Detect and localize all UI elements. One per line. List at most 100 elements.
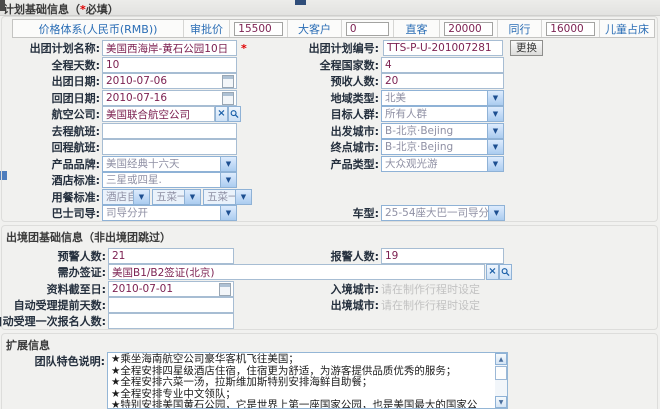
outbound-flight-input[interactable] — [102, 123, 237, 139]
airline-input[interactable] — [102, 106, 215, 122]
region-type-select-value: 北美 — [382, 91, 487, 105]
total-countries-label: 全程国家数: — [320, 58, 379, 73]
hotel-standard-label: 酒店标准: — [52, 173, 100, 188]
return-date-input[interactable] — [102, 90, 237, 106]
alarm-people-input[interactable] — [381, 248, 504, 264]
return-date-calendar-icon[interactable] — [222, 92, 234, 105]
dropdown-arrow-icon: ▼ — [184, 190, 200, 204]
target-group-select[interactable]: 所有人群▼ — [381, 106, 504, 122]
airline-clear-icon[interactable]: × — [215, 106, 228, 122]
price-direct-cell — [439, 20, 497, 37]
meal-standard-label: 用餐标准: — [52, 190, 100, 205]
price-peer-cell — [541, 20, 599, 37]
price-table: 价格体系(人民币(RMB)) 审批价 大客户 直客 同行 儿童占床 — [12, 19, 655, 38]
exit-city-label: 出境城市: — [331, 298, 379, 313]
dropdown-arrow-icon: ▼ — [220, 173, 236, 187]
depart-date-input[interactable] — [102, 73, 237, 89]
end-city-select-value: B-北京·Bejing — [382, 140, 487, 154]
direct-price-input[interactable] — [444, 22, 492, 36]
visa-search-icon[interactable] — [499, 264, 512, 280]
plan-name-label: 出团计划名称: — [30, 41, 100, 56]
brand-select-value: 美国经典十六天 — [103, 157, 220, 171]
meal-standard-1-value: 酒店自助 — [103, 190, 133, 204]
total-countries-input[interactable] — [381, 57, 504, 73]
meal-standard-select-1[interactable]: 酒店自助▼ — [102, 189, 150, 205]
exit-city-hint: 请在制作行程时设定 — [381, 298, 480, 313]
product-type-select[interactable]: 大众观光游▼ — [381, 156, 504, 172]
brand-label: 产品品牌: — [52, 157, 100, 172]
end-city-select[interactable]: B-北京·Bejing▼ — [381, 139, 504, 155]
depart-date-calendar-icon[interactable] — [222, 75, 234, 88]
entry-city-hint: 请在制作行程时设定 — [381, 282, 480, 297]
change-code-button[interactable]: 更换 — [510, 40, 543, 56]
warn-people-label: 预警人数: — [58, 249, 106, 264]
target-group-label: 目标人群: — [331, 107, 379, 122]
visa-label: 需办签证: — [58, 265, 106, 280]
bus-guide-select[interactable]: 司导分开▼ — [102, 205, 237, 221]
total-days-input[interactable] — [102, 57, 237, 73]
airline-search-icon[interactable] — [228, 106, 241, 122]
outbound-flight-label: 去程航班: — [52, 124, 100, 139]
airline-label: 航空公司: — [52, 107, 100, 122]
entry-city-label: 入境城市: — [331, 282, 379, 297]
target-group-select-value: 所有人群 — [382, 107, 487, 121]
dropdown-arrow-icon: ▼ — [133, 190, 149, 204]
tour-plan-form: 计划基础信息（*必填） 价格体系(人民币(RMB)) 审批价 大客户 直客 同行… — [0, 0, 660, 409]
vehicle-type-select[interactable]: 25-54座大巴一司导分开▼ — [381, 205, 505, 221]
dropdown-arrow-icon: ▼ — [487, 124, 503, 138]
scrollbar-thumb[interactable] — [495, 366, 507, 380]
visa-input[interactable] — [108, 264, 485, 280]
depart-date-label: 出团日期: — [52, 74, 100, 89]
dropdown-arrow-icon: ▼ — [487, 157, 503, 171]
scroll-up-icon[interactable]: ▲ — [495, 353, 507, 365]
depart-city-label: 出发城市: — [331, 124, 379, 139]
scroll-down-icon[interactable]: ▼ — [495, 396, 507, 408]
expected-people-input[interactable] — [381, 73, 504, 89]
price-approval-cell — [229, 20, 287, 37]
expected-people-label: 预收人数: — [331, 74, 379, 89]
price-key-account-label: 大客户 — [287, 20, 341, 37]
doc-deadline-calendar-icon[interactable] — [219, 283, 231, 296]
dropdown-arrow-icon: ▼ — [487, 140, 503, 154]
vehicle-type-select-value: 25-54座大巴一司导分开 — [382, 206, 488, 220]
product-type-select-value: 大众观光游 — [382, 157, 487, 171]
screenshot-artifact-top-left — [0, 0, 5, 11]
meal-standard-select-2[interactable]: 五菜一汤▼ — [152, 189, 201, 205]
auto-accept-people-input[interactable] — [108, 313, 234, 329]
screenshot-artifact-top-middle — [295, 0, 306, 5]
alarm-people-label: 报警人数: — [331, 249, 379, 264]
key-account-price-input[interactable] — [346, 22, 389, 36]
price-direct-label: 直客 — [393, 20, 439, 37]
hotel-standard-select[interactable]: 三星或四星.▼ — [102, 172, 237, 188]
plan-name-input[interactable] — [102, 40, 237, 56]
approval-price-input[interactable] — [234, 22, 282, 36]
bus-guide-select-value: 司导分开 — [103, 206, 220, 220]
price-system-label: 价格体系(人民币(RMB)) — [13, 20, 183, 37]
dropdown-arrow-icon: ▼ — [220, 157, 236, 171]
auto-accept-days-label: 自动受理提前天数: — [14, 298, 106, 313]
visa-clear-icon[interactable]: × — [486, 264, 499, 280]
region-type-label: 地域类型: — [331, 91, 379, 106]
bus-guide-label: 巴士司导: — [52, 206, 100, 221]
vehicle-type-label: 车型: — [353, 206, 379, 221]
dropdown-arrow-icon: ▼ — [487, 107, 503, 121]
auto-accept-days-input[interactable] — [108, 297, 234, 313]
doc-deadline-input[interactable] — [108, 281, 234, 297]
depart-city-select[interactable]: B-北京·Bejing▼ — [381, 123, 504, 139]
peer-price-input[interactable] — [546, 22, 594, 36]
team-feature-textarea[interactable]: ★乘坐海南航空公司豪华客机飞往美国； ★全程安排四星级酒店住宿，住宿更为舒适，为… — [107, 352, 508, 409]
extended-section-title: 扩展信息 — [6, 337, 50, 353]
warn-people-input[interactable] — [108, 248, 234, 264]
plan-name-required-star: * — [241, 42, 247, 55]
plan-code-input[interactable] — [383, 40, 503, 56]
brand-select[interactable]: 美国经典十六天▼ — [102, 156, 237, 172]
return-flight-input[interactable] — [102, 139, 237, 155]
textarea-scrollbar[interactable]: ▲ ▼ — [495, 353, 507, 408]
return-date-label: 回团日期: — [52, 91, 100, 106]
meal-standard-select-3[interactable]: 五菜一汤▼ — [203, 189, 252, 205]
product-type-label: 产品类型: — [331, 157, 379, 172]
hotel-standard-select-value: 三星或四星. — [103, 173, 220, 187]
region-type-select[interactable]: 北美▼ — [381, 90, 504, 106]
page-title: 计划基础信息（*必填） — [3, 1, 119, 17]
meal-standard-3-value: 五菜一汤 — [204, 190, 235, 204]
